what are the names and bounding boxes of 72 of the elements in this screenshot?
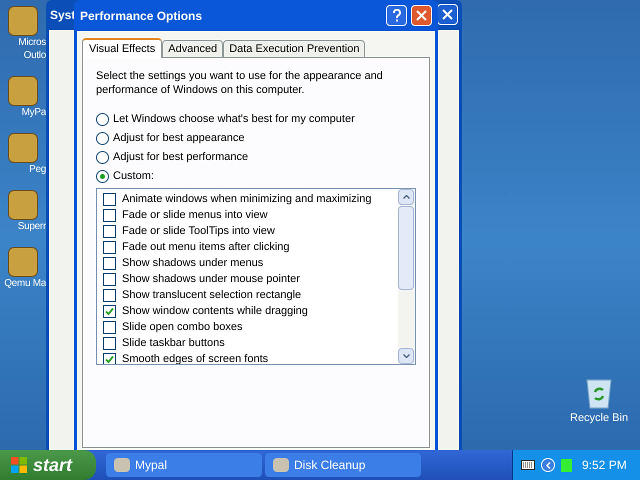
close-button[interactable]: [437, 4, 458, 25]
radio-button[interactable]: [96, 113, 109, 126]
intro-text: Select the settings you want to use for the appearance and performance of Windows on this computer.: [96, 69, 384, 97]
checkbox[interactable]: [103, 352, 116, 364]
dialog-title: Performance Options: [80, 8, 204, 24]
check-icon: [105, 306, 114, 316]
checkbox-label: Smooth edges of screen fonts: [122, 352, 268, 364]
chevron-left-icon: [546, 462, 550, 468]
radio-button[interactable]: [96, 151, 109, 164]
desktop-app-icon[interactable]: [8, 6, 38, 36]
checkbox[interactable]: [103, 288, 116, 302]
checkbox-label: Fade or slide menus into view: [122, 208, 268, 223]
checkbox-label: Animate windows when minimizing and maximizing: [122, 192, 372, 207]
desktop-icon-label: Superr: [18, 220, 46, 233]
start-button[interactable]: start: [0, 450, 96, 480]
radio-label: Adjust for best appearance: [113, 131, 244, 146]
checkbox[interactable]: [103, 272, 116, 286]
desktop-app-icon[interactable]: [8, 247, 38, 277]
tab[interactable]: Data Execution Prevention: [223, 40, 366, 57]
radio-button[interactable]: [96, 170, 109, 183]
radio-label: Let Windows choose what's best for my computer: [113, 112, 355, 128]
checkbox-label: Show shadows under menus: [122, 256, 264, 271]
desktop-app-icon[interactable]: [8, 76, 38, 106]
radio-label: Adjust for best performance: [113, 150, 248, 166]
checkbox[interactable]: [103, 336, 116, 350]
desktop-icon-label: MyPa: [22, 106, 46, 119]
caret-down-icon: [402, 354, 410, 358]
app-icon: [273, 458, 289, 472]
scroll-up-button[interactable]: [398, 189, 414, 205]
checkbox[interactable]: [103, 224, 116, 238]
keyboard-icon[interactable]: [521, 460, 535, 470]
windows-logo-icon: [10, 456, 28, 474]
tab[interactable]: Advanced: [162, 40, 224, 57]
desktop-app-icon[interactable]: [8, 133, 38, 163]
desktop-icon-label: Peg: [29, 163, 46, 176]
close-icon: [416, 10, 427, 21]
checkbox[interactable]: [103, 320, 116, 334]
checkbox[interactable]: [103, 304, 116, 318]
tab[interactable]: Visual Effects: [82, 38, 162, 58]
app-icon: [114, 458, 130, 472]
window-title: Syst: [50, 7, 76, 24]
check-icon: [105, 354, 114, 364]
desktop-icon-label: Outlo: [24, 49, 46, 62]
clock: 9:52 PM: [582, 457, 627, 474]
checkbox[interactable]: [103, 208, 116, 222]
desktop-icon-label: Recycle Bin: [570, 411, 628, 426]
close-button[interactable]: [411, 5, 432, 26]
checkbox-label: Slide open combo boxes: [122, 320, 242, 335]
scrollbar[interactable]: [398, 189, 415, 364]
taskbar-button[interactable]: Mypal: [106, 453, 262, 477]
caret-up-icon: [402, 195, 410, 199]
checkbox-label: Show window contents while dragging: [122, 304, 308, 319]
checkbox-label: Fade or slide ToolTips into view: [122, 224, 275, 239]
help-icon: [392, 9, 402, 22]
checkbox-label: Slide taskbar buttons: [122, 336, 225, 351]
checkbox-label: Show shadows under mouse pointer: [122, 272, 300, 287]
scroll-thumb[interactable]: [398, 206, 414, 290]
help-button[interactable]: [386, 5, 407, 26]
radio-label: Custom:: [113, 169, 154, 184]
checkbox-label: Show translucent selection rectangle: [122, 288, 302, 303]
desktop-icon-label: Qemu Ma: [4, 277, 46, 290]
checkbox[interactable]: [103, 240, 116, 254]
close-icon: [442, 9, 453, 20]
taskbar-button[interactable]: Disk Cleanup: [265, 453, 421, 477]
show-hidden-icons-button[interactable]: [541, 458, 555, 472]
scroll-down-button[interactable]: [398, 348, 414, 364]
radio-button[interactable]: [96, 132, 109, 145]
checkbox[interactable]: [103, 192, 116, 206]
desktop-app-icon[interactable]: [8, 190, 38, 220]
checkbox-label: Fade out menu items after clicking: [122, 240, 290, 255]
checkbox[interactable]: [103, 256, 116, 270]
desktop-icon-label: Micros: [18, 36, 46, 49]
